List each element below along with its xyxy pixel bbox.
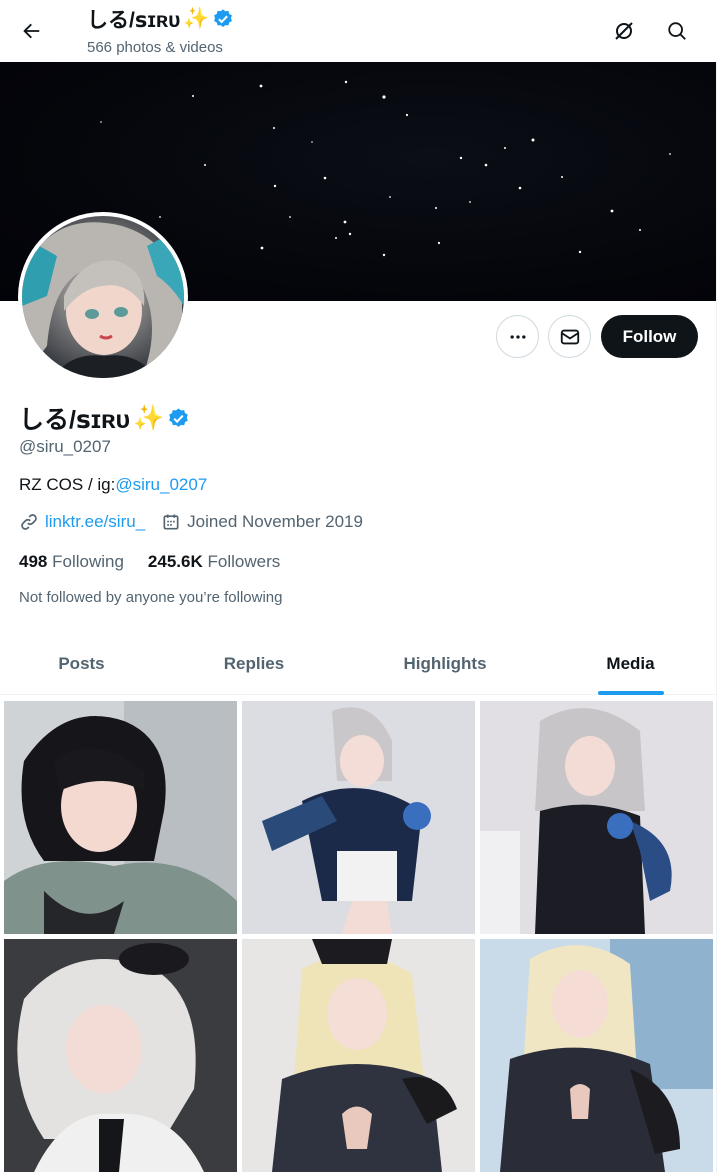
active-tab-indicator — [597, 691, 664, 695]
media-thumbnail — [480, 701, 713, 934]
followers-label: Followers — [207, 552, 281, 571]
hide-media-button[interactable] — [606, 13, 642, 49]
following-link[interactable]: 498 Following — [19, 552, 124, 572]
circle-slash-icon — [615, 22, 633, 40]
tab-label: Media — [606, 654, 655, 673]
followers-link[interactable]: 245.6K Followers — [148, 552, 280, 572]
following-count: 498 — [19, 552, 48, 571]
avatar-image — [22, 216, 184, 378]
header-title-text: しる/ꜱɪʀᴜ — [87, 9, 181, 32]
sparkles-emoji: ✨ — [183, 7, 210, 30]
profile-tabs: Posts Replies Highlights Media — [0, 633, 716, 695]
follow-button[interactable]: Follow — [601, 315, 698, 358]
website-link[interactable]: linktr.ee/siru_ — [45, 512, 145, 532]
tab-label: Posts — [58, 654, 105, 673]
bio-text: RZ COS / ig: — [19, 475, 116, 494]
verified-badge-icon[interactable] — [167, 407, 190, 430]
mail-icon — [560, 329, 579, 344]
back-button[interactable] — [14, 14, 48, 48]
media-thumbnail — [480, 939, 713, 1172]
more-options-button[interactable] — [496, 315, 539, 358]
media-thumbnail — [4, 701, 237, 934]
follow-stats: 498 Following 245.6K Followers — [19, 552, 280, 572]
display-name-text: しる/ꜱɪʀᴜ — [19, 406, 131, 434]
display-name: しる/ꜱɪʀᴜ ✨ — [19, 400, 190, 436]
header-subtitle: 566 photos & videos — [87, 39, 223, 56]
search-button[interactable] — [659, 13, 695, 49]
media-thumbnail — [242, 701, 475, 934]
calendar-icon — [163, 514, 179, 530]
sparkles-emoji: ✨ — [133, 403, 165, 432]
tab-highlights[interactable]: Highlights — [345, 633, 545, 695]
media-tile[interactable] — [4, 939, 237, 1172]
tab-label: Highlights — [403, 654, 487, 673]
search-icon — [668, 22, 686, 40]
tab-replies[interactable]: Replies — [163, 633, 345, 695]
media-tile[interactable] — [242, 701, 475, 934]
joined-date: Joined November 2019 — [187, 512, 363, 531]
website-item: linktr.ee/siru_ — [19, 512, 145, 532]
following-label: Following — [52, 552, 124, 571]
top-bar: しる/ꜱɪʀᴜ ✨ 566 photos & videos — [0, 0, 717, 62]
message-button[interactable] — [548, 315, 591, 358]
header-title: しる/ꜱɪʀᴜ ✨ — [87, 4, 234, 34]
media-thumbnail — [242, 939, 475, 1172]
media-thumbnail — [4, 939, 237, 1172]
avatar[interactable] — [18, 212, 188, 382]
tab-label: Replies — [223, 654, 285, 673]
tab-media[interactable]: Media — [545, 633, 716, 695]
verified-badge-icon — [214, 9, 233, 27]
followers-count: 245.6K — [147, 552, 203, 571]
user-handle: @siru_0207 — [19, 437, 111, 456]
not-followed-notice: Not followed by anyone you’re following — [19, 589, 283, 606]
joined-item: Joined November 2019 — [161, 512, 363, 532]
bio-mention-link[interactable]: @siru_0207 — [115, 475, 207, 494]
media-tile[interactable] — [480, 939, 713, 1172]
media-tile[interactable] — [480, 701, 713, 934]
bio: RZ COS / ig:@siru_0207 — [19, 475, 207, 495]
media-tile[interactable] — [242, 939, 475, 1172]
arrow-left-icon — [23, 23, 40, 39]
more-dots-icon — [510, 334, 525, 339]
media-tile[interactable] — [4, 701, 237, 934]
tab-posts[interactable]: Posts — [0, 633, 163, 695]
profile-meta: linktr.ee/siru_ Joined November 2019 — [19, 512, 363, 532]
link-icon — [21, 514, 37, 530]
